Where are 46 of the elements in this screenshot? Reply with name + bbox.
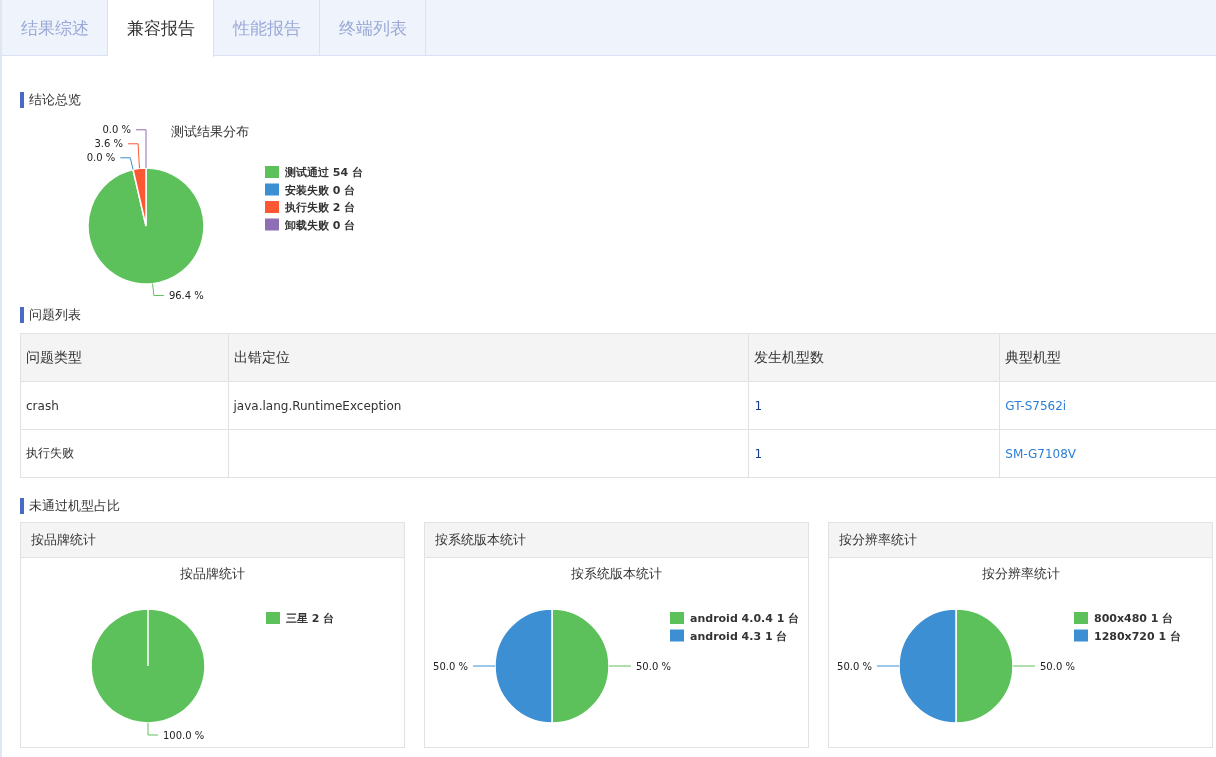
table-cell: java.lang.RuntimeException bbox=[228, 381, 749, 430]
device-link[interactable]: GT-S7562i bbox=[1005, 398, 1067, 413]
column-header: 发生机型数 bbox=[748, 333, 1000, 382]
percent-label: 96.4 % bbox=[168, 290, 204, 302]
leader-line bbox=[147, 722, 159, 736]
tab[interactable]: 兼容报告 bbox=[108, 0, 214, 57]
legend-label[interactable]: 800x480 1 台 bbox=[1094, 612, 1174, 625]
legend-label[interactable]: 卸载失败 0 台 bbox=[285, 218, 356, 232]
card-title: 按分辨率统计 bbox=[829, 523, 1212, 558]
legend-label[interactable]: 执行失败 2 台 bbox=[285, 201, 356, 214]
legend-label[interactable]: android 4.3 1 台 bbox=[690, 629, 788, 643]
percent-label: 100.0 % bbox=[163, 729, 205, 741]
leader-line bbox=[152, 283, 165, 297]
table-cell: 1 bbox=[748, 381, 1000, 430]
legend-label[interactable]: 三星 2 台 bbox=[286, 612, 335, 625]
chart-title: 按分辨率统计 bbox=[981, 566, 1060, 581]
leader-line bbox=[876, 665, 900, 667]
legend-label[interactable]: 安装失败 0 台 bbox=[285, 183, 356, 197]
section-heading: 结论总览 bbox=[20, 92, 1216, 108]
percent-label: 0.0 % bbox=[102, 124, 131, 136]
device-link[interactable]: SM-G7108V bbox=[1005, 446, 1077, 461]
column-header: 出错定位 bbox=[228, 333, 749, 382]
chart-title: 按品牌统计 bbox=[180, 566, 245, 581]
table-cell: 1 bbox=[748, 429, 1000, 478]
card-title: 按系统版本统计 bbox=[425, 523, 808, 558]
percent-label: 50.0 % bbox=[837, 660, 872, 672]
percent-label: 0.0 % bbox=[86, 152, 116, 164]
percent-label: 50.0 % bbox=[1040, 660, 1075, 672]
legend-label[interactable]: 1280x720 1 台 bbox=[1094, 629, 1181, 643]
legend-label[interactable]: 测试通过 54 台 bbox=[285, 166, 363, 179]
chart-title: 按系统版本统计 bbox=[571, 566, 662, 581]
chart-title: 测试结果分布 bbox=[171, 124, 249, 139]
percent-label: 50.0 % bbox=[433, 660, 468, 672]
leader-line bbox=[1012, 665, 1036, 667]
section-heading: 未通过机型占比 bbox=[20, 498, 1216, 514]
table-cell: crash bbox=[20, 381, 229, 430]
percent-label: 3.6 % bbox=[94, 138, 124, 150]
section-heading: 问题列表 bbox=[20, 307, 1216, 323]
percent-label: 50.0 % bbox=[636, 660, 671, 672]
legend-label[interactable]: android 4.0.4 1 台 bbox=[690, 612, 800, 625]
column-header: 问题类型 bbox=[20, 333, 229, 382]
leader-line bbox=[608, 665, 632, 667]
leader-line bbox=[472, 665, 496, 667]
column-header: 典型机型 bbox=[999, 333, 1216, 382]
card-title: 按品牌统计 bbox=[21, 523, 404, 558]
table-cell: 执行失败 bbox=[20, 429, 229, 478]
